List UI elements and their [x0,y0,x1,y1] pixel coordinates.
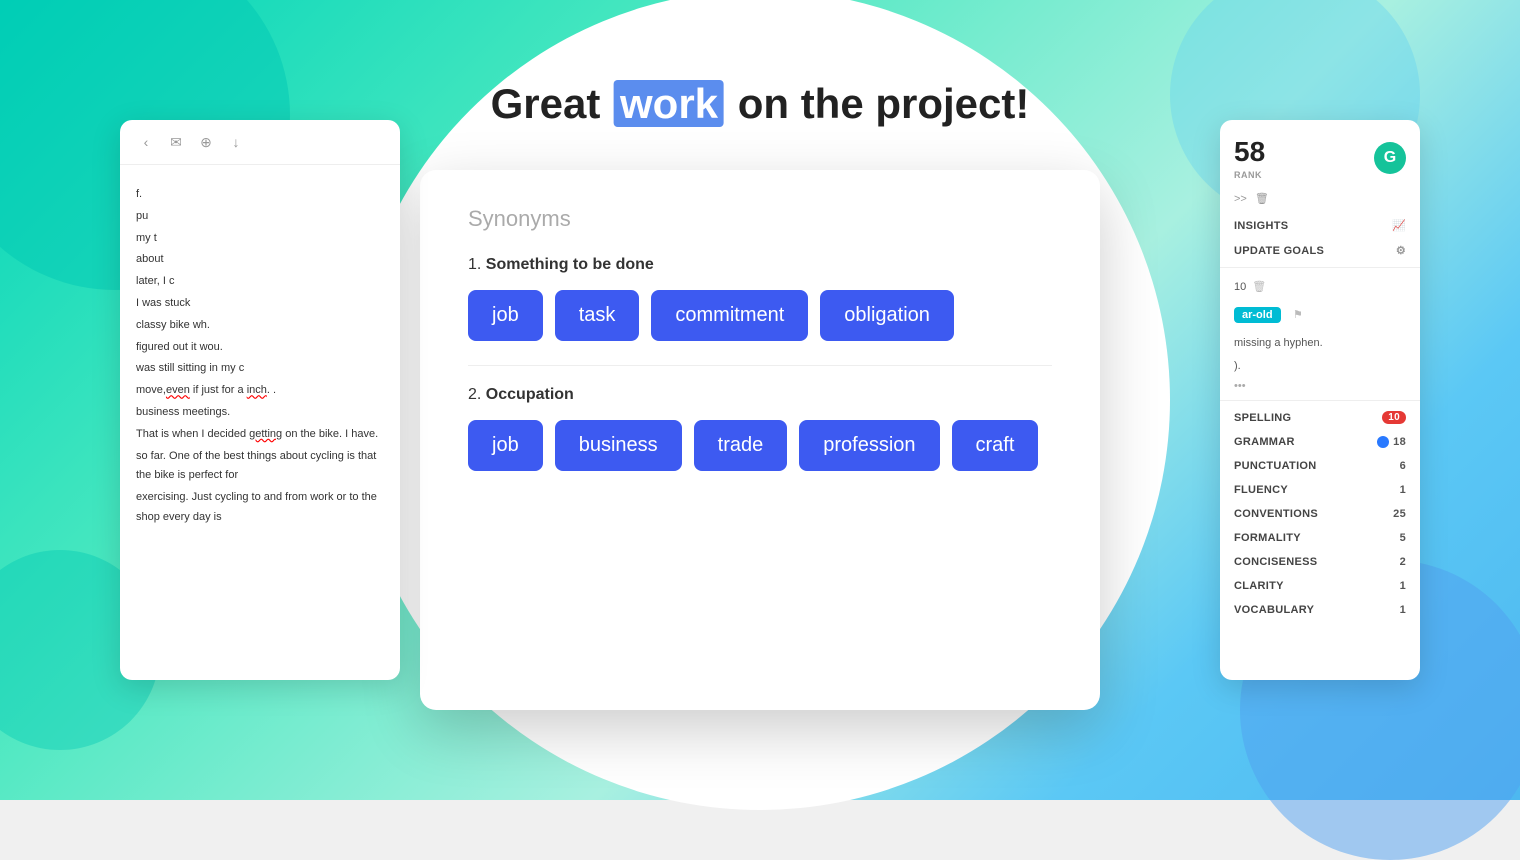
left-panel: ‹ ✉ ⊕ ↓ f. pu my t about later, I c I wa… [120,120,400,680]
grammarly-icon[interactable]: G [1374,142,1406,174]
clarity-label: CLARITY [1234,580,1284,592]
update-goals-label: UPDATE GOALS [1234,245,1324,257]
rank-label: RANK [1234,170,1265,180]
fluency-label: FLUENCY [1234,484,1288,496]
insights-label: INSIGHTS [1234,220,1288,232]
meaning-2-number: 2. [468,386,481,403]
text-line: so far. One of the best things about cyc… [136,447,384,487]
heading-suffix: on the project! [738,80,1030,127]
vocabulary-row[interactable]: VOCABULARY 1 [1220,598,1420,622]
trash-small-icon[interactable]: 🗑 [1252,280,1266,293]
fluency-row[interactable]: FLUENCY 1 [1220,478,1420,502]
text-line: classy bike wh. [136,316,384,336]
meaning-1-number: 1. [468,256,481,273]
insights-row[interactable]: INSIGHTS 📈 [1220,213,1420,238]
text-line: move,even if just for a inch. . [136,381,384,401]
text-line: business meetings. [136,403,384,423]
synonym-job-2[interactable]: job [468,420,543,471]
heading-highlighted-word: work [614,80,724,127]
main-heading: Great work on the project! [491,80,1030,128]
text-line: That is when I decided getting on the bi… [136,425,384,445]
right-panel-header: 58 RANK G [1220,120,1420,188]
spelling-row[interactable]: SPELLING 10 [1220,405,1420,430]
punctuation-count: 6 [1400,460,1406,472]
flag-icon[interactable]: ⚑ [1293,309,1303,321]
text-line: was still sitting in my c [136,359,384,379]
synonym-trade[interactable]: trade [694,420,788,471]
text-line: I was stuck [136,294,384,314]
grammar-count: 18 [1393,436,1406,448]
conciseness-row[interactable]: CONCISENESS 2 [1220,550,1420,574]
synonym-commitment[interactable]: commitment [651,290,808,341]
punctuation-label: PUNCTUATION [1234,460,1317,472]
rank-number: 58 [1234,136,1265,168]
meaning-2-text: Occupation [486,386,574,403]
highlight-tag-section: ar-old ⚑ [1220,301,1420,331]
synonym-craft[interactable]: craft [952,420,1039,471]
meaning-1-text: Something to be done [486,256,654,273]
inbox-icon[interactable]: ✉ [166,132,186,152]
meaning-1-tags: job task commitment obligation [468,290,1052,341]
conciseness-count: 2 [1400,556,1406,568]
suggestion-sub: ). [1220,354,1420,377]
suggestion-area: 10 🗑 [1220,272,1420,301]
download-icon[interactable]: ↓ [226,132,246,152]
left-panel-toolbar: ‹ ✉ ⊕ ↓ [120,120,400,165]
punctuation-row[interactable]: PUNCTUATION 6 [1220,454,1420,478]
synonym-obligation[interactable]: obligation [820,290,954,341]
formality-count: 5 [1400,532,1406,544]
conciseness-label: CONCISENESS [1234,556,1317,568]
grammar-row[interactable]: GRAMMAR 18 [1220,430,1420,454]
spelling-badge: 10 [1382,411,1406,424]
synonym-job-1[interactable]: job [468,290,543,341]
meaning-2-definition: 2. Occupation [468,386,1052,404]
synonym-business[interactable]: business [555,420,682,471]
vocabulary-count: 1 [1400,604,1406,616]
clarity-row[interactable]: CLARITY 1 [1220,574,1420,598]
text-line: pu [136,207,384,227]
text-line: later, I c [136,272,384,292]
more-icon[interactable]: ••• [1220,376,1420,396]
right-panel: 58 RANK G >> 🗑 INSIGHTS 📈 UPDATE GOALS ⚙… [1220,120,1420,680]
synonyms-card: Synonyms 1. Something to be done job tas… [420,170,1100,710]
add-icon[interactable]: ⊕ [196,132,216,152]
divider [468,365,1052,366]
conventions-count: 25 [1393,508,1406,520]
text-line: exercising. Just cycling to and from wor… [136,488,384,528]
settings-icon: ⚙ [1396,244,1406,257]
back-icon[interactable]: ‹ [136,132,156,152]
conventions-label: CONVENTIONS [1234,508,1318,520]
update-goals-row[interactable]: UPDATE GOALS ⚙ [1220,238,1420,263]
trash-icon[interactable]: 🗑 [1255,192,1269,205]
grammar-label: GRAMMAR [1234,436,1295,448]
suggestion-text: missing a hyphen. [1220,331,1420,354]
left-panel-text: f. pu my t about later, I c I was stuck … [120,165,400,550]
spelling-label: SPELLING [1234,412,1291,424]
text-line: my t [136,229,384,249]
meaning-2-tags: job business trade profession craft [468,420,1052,471]
synonym-task[interactable]: task [555,290,640,341]
text-line: figured out it wou. [136,338,384,358]
clarity-count: 1 [1400,580,1406,592]
heading-prefix: Great [491,80,601,127]
rank-section: 58 RANK [1234,136,1265,180]
chart-icon: 📈 [1392,219,1406,232]
text-line: about [136,250,384,270]
formality-label: FORMALITY [1234,532,1301,544]
grammar-dot [1377,436,1389,448]
vocabulary-label: VOCABULARY [1234,604,1314,616]
right-panel-nav: >> 🗑 [1220,188,1420,213]
meaning-1-definition: 1. Something to be done [468,256,1052,274]
highlight-tag: ar-old [1234,307,1281,323]
conventions-row[interactable]: CONVENTIONS 25 [1220,502,1420,526]
nav-forward-icon[interactable]: >> [1234,193,1247,205]
formality-row[interactable]: FORMALITY 5 [1220,526,1420,550]
text-line: f. [136,185,384,205]
synonym-profession[interactable]: profession [799,420,939,471]
synonyms-title: Synonyms [468,206,1052,232]
suggestion-count: 10 [1234,281,1246,293]
fluency-count: 1 [1400,484,1406,496]
